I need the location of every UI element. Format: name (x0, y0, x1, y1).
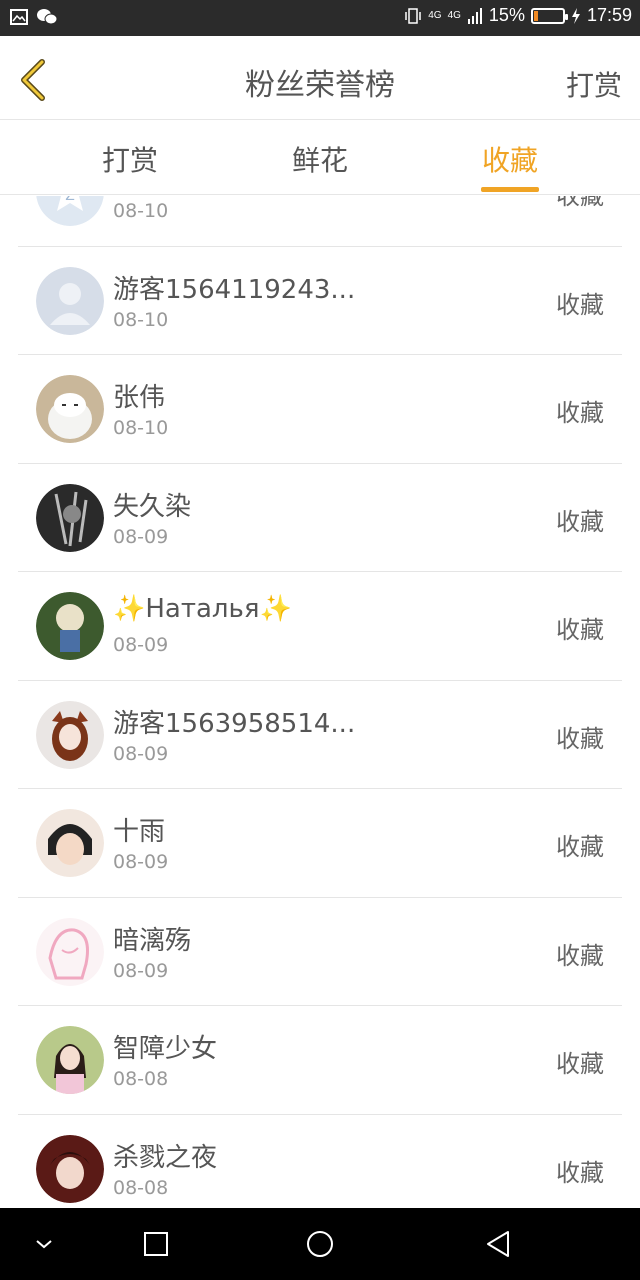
status-bar: 4G 4G 15% 17:59 (0, 0, 640, 36)
tab-reward[interactable]: 打赏 (102, 139, 158, 179)
tab-favorites[interactable]: 收藏 (482, 139, 538, 179)
list-item[interactable]: 张伟 08-10 收藏 (18, 355, 622, 464)
charging-icon (571, 7, 580, 24)
tab-flowers[interactable]: 鲜花 (292, 139, 348, 179)
user-name: 暗漓殇 (113, 925, 192, 956)
item-type: 收藏 (556, 196, 604, 210)
item-type: 收藏 (556, 724, 604, 753)
qq-default-avatar: Z (36, 196, 104, 226)
user-name: 杀戮之夜 (113, 1142, 218, 1173)
list-item[interactable]: 失久染 08-09 收藏 (18, 464, 622, 572)
battery-level (533, 10, 538, 21)
user-name: 游客1564119243... (113, 274, 356, 305)
pink-sketch-avatar (36, 917, 104, 986)
item-date: 08-09 (113, 634, 169, 656)
item-date: 08-09 (113, 742, 169, 765)
list-item[interactable]: ✨Наталья✨ 08-09 收藏 (18, 572, 622, 681)
item-type: 收藏 (556, 616, 604, 644)
vibrate-icon (405, 7, 421, 24)
dark-art-avatar (36, 483, 104, 552)
item-date: 08-10 (113, 417, 169, 439)
tab-bar: 打赏 鲜花 收藏 (0, 121, 640, 195)
user-name: 游客1563958514... (113, 708, 356, 739)
item-date: 08-09 (113, 851, 169, 873)
user-name: 十雨 (113, 817, 166, 847)
clock: 17:59 (586, 5, 632, 25)
item-date: 08-08 (113, 1176, 169, 1199)
active-tab-indicator (481, 187, 539, 192)
network-label-2: 4G (447, 9, 461, 21)
hide-keyboard-icon[interactable] (28, 1228, 60, 1260)
list-item[interactable]: 十雨 08-09 收藏 (18, 789, 622, 898)
recent-apps-icon[interactable] (140, 1228, 172, 1260)
network-label: 4G (428, 9, 442, 21)
item-date: 08-09 (113, 525, 169, 548)
battery-icon (530, 7, 568, 24)
item-type: 收藏 (556, 1050, 604, 1078)
item-date: 08-10 (113, 200, 169, 222)
back-icon[interactable] (482, 1228, 514, 1260)
item-type: 收藏 (556, 833, 604, 861)
list-item[interactable]: Z cici 08-10 收藏 (18, 196, 622, 247)
anime-girl-avatar (36, 700, 104, 769)
fan-list[interactable]: Z cici 08-10 收藏 游客1564119243... 08-10 收藏 (0, 196, 640, 1208)
system-nav-bar (0, 1208, 640, 1280)
home-icon[interactable] (304, 1228, 336, 1260)
user-name: ✨Наталья✨ (113, 594, 292, 624)
user-name: 失久染 (113, 491, 192, 522)
list-item[interactable]: 杀戮之夜 08-08 收藏 (18, 1115, 622, 1209)
rabbit-avatar (36, 375, 104, 443)
item-type: 收藏 (556, 290, 604, 319)
item-type: 收藏 (556, 1158, 604, 1187)
default-person-avatar (36, 266, 104, 335)
girl-photo-avatar (36, 1026, 104, 1094)
hat-girl-avatar (36, 592, 104, 660)
item-date: 08-08 (113, 1068, 169, 1090)
page-title: 粉丝荣誉榜 (245, 68, 395, 103)
image-icon (10, 9, 28, 25)
item-type: 收藏 (556, 399, 604, 427)
list-item[interactable]: 暗漓殇 08-09 收藏 (18, 898, 622, 1006)
signal-icon (467, 7, 482, 24)
item-type: 收藏 (556, 507, 604, 536)
list-item[interactable]: 智障少女 08-08 收藏 (18, 1006, 622, 1115)
list-item[interactable]: 游客1563958514... 08-09 收藏 (18, 681, 622, 789)
user-name: 张伟 (113, 383, 166, 413)
list-item[interactable]: 游客1564119243... 08-10 收藏 (18, 247, 622, 355)
dark-anime-avatar (36, 1134, 104, 1203)
battery-percent: 15% (488, 5, 525, 25)
svg-text:Z: Z (65, 196, 75, 204)
item-date: 08-10 (113, 308, 169, 331)
app-header: 粉丝荣誉榜 打赏 (0, 36, 640, 120)
reward-button[interactable]: 打赏 (566, 64, 622, 104)
item-type: 收藏 (556, 941, 604, 970)
user-name: 智障少女 (113, 1034, 218, 1064)
wechat-icon (37, 9, 58, 25)
child-photo-avatar (36, 809, 104, 877)
item-date: 08-09 (113, 959, 169, 982)
